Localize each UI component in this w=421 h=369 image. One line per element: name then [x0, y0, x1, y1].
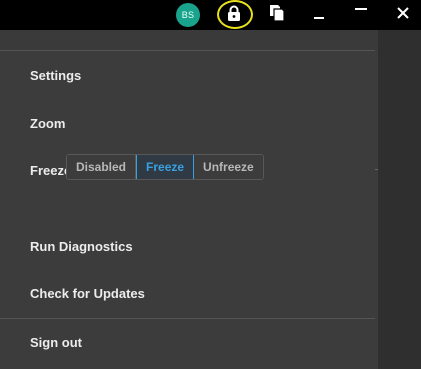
minimize-button[interactable] — [304, 0, 334, 30]
copy-icon — [269, 4, 285, 27]
freeze-layout-toggle: Disabled Freeze Unfreeze — [66, 154, 264, 180]
background-panel — [378, 30, 421, 369]
close-icon — [397, 6, 409, 24]
freeze-option-freeze[interactable]: Freeze — [136, 155, 195, 179]
app-menu: Settings Zoom Freeze Window Layout Disab… — [0, 30, 378, 369]
maximize-button[interactable] — [346, 0, 376, 30]
minimize-icon — [313, 6, 325, 25]
menu-item-check-for-updates[interactable]: Check for Updates — [30, 286, 145, 301]
lock-button[interactable] — [214, 0, 254, 30]
app-window: BS Settings Zoom Freeze Disabled Freeze … — [0, 0, 421, 369]
menu-item-settings[interactable]: Settings — [30, 68, 81, 83]
menu-item-sign-out[interactable]: Sign out — [30, 335, 82, 350]
menu-item-zoom[interactable]: Zoom — [30, 116, 65, 131]
copy-button[interactable] — [262, 0, 292, 30]
user-avatar[interactable]: BS — [176, 3, 200, 27]
menu-item-run-diagnostics[interactable]: Run Diagnostics — [30, 239, 133, 254]
menu-divider — [0, 318, 375, 319]
lock-icon — [227, 5, 241, 26]
freeze-option-unfreeze[interactable]: Unfreeze — [194, 155, 263, 179]
freeze-option-disabled[interactable]: Disabled — [67, 155, 137, 179]
title-bar: BS — [0, 0, 421, 30]
menu-divider — [0, 50, 375, 51]
close-button[interactable] — [388, 0, 418, 30]
maximize-icon — [354, 6, 368, 25]
scroll-tick — [375, 169, 378, 170]
menu-header-strip — [0, 30, 378, 50]
